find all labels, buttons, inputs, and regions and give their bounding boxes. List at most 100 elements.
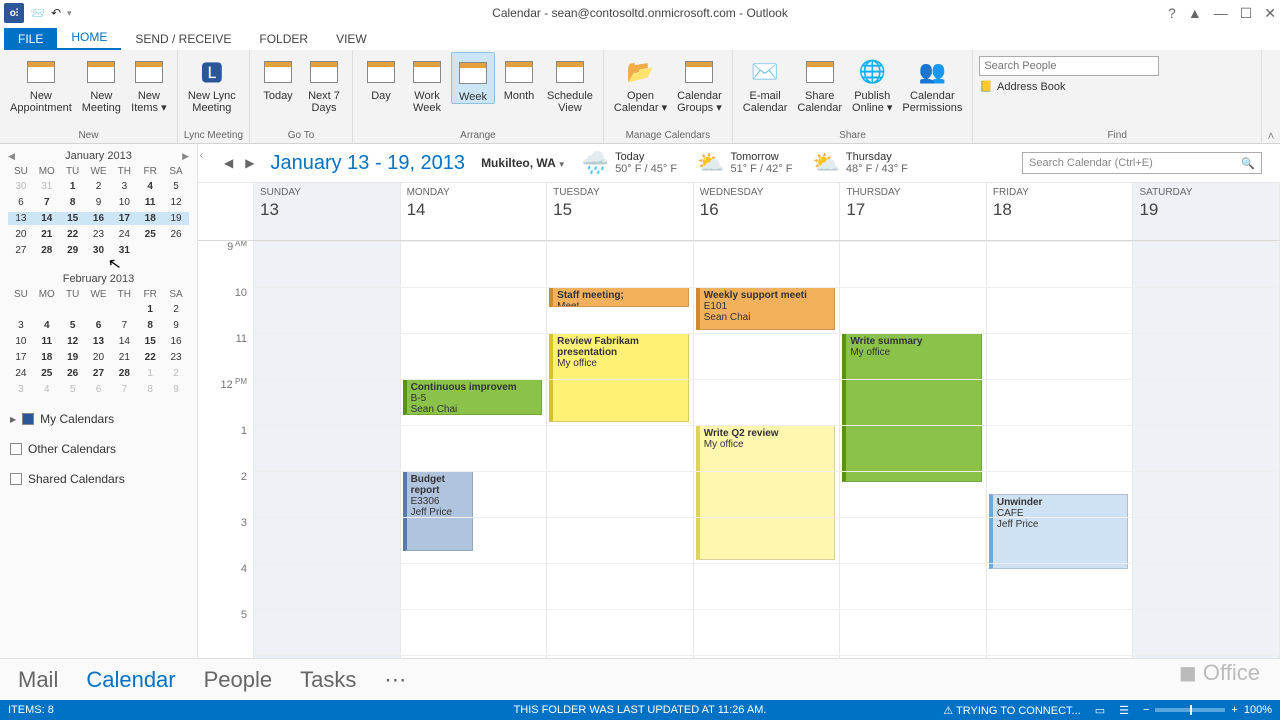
minical-day[interactable]: 5 <box>60 319 86 332</box>
minical-day[interactable]: 10 <box>111 196 137 209</box>
next-month-icon[interactable]: ▶ <box>182 151 189 162</box>
minical-day[interactable]: 21 <box>34 228 60 241</box>
day-header[interactable]: FRIDAY18 <box>987 183 1134 240</box>
open-calendar-button[interactable]: 📂OpenCalendar ▾ <box>610 52 671 114</box>
day-header[interactable]: WEDNESDAY16 <box>694 183 841 240</box>
minical-day[interactable]: 20 <box>86 351 112 364</box>
minical-day[interactable]: 15 <box>60 212 86 225</box>
minical-day[interactable]: 12 <box>60 335 86 348</box>
week-view-button[interactable]: Week <box>451 52 495 104</box>
minical-day[interactable]: 23 <box>86 228 112 241</box>
minical-day[interactable] <box>8 303 34 316</box>
minical-february[interactable]: February 2013 SUMOTUWETHFRSA123456789101… <box>0 267 197 396</box>
minical-day[interactable]: 9 <box>86 196 112 209</box>
minical-day[interactable]: 11 <box>34 335 60 348</box>
minical-day[interactable]: 2 <box>163 367 189 380</box>
calendar-event[interactable]: Weekly support meetiE101Sean Chai <box>696 287 836 330</box>
help-icon[interactable]: ? <box>1168 5 1176 21</box>
calendar-event[interactable]: Write Q2 reviewMy office <box>696 425 836 560</box>
today-button[interactable]: Today <box>256 52 300 102</box>
minical-day[interactable]: 28 <box>111 367 137 380</box>
calendar-event[interactable]: Budget reportE3306Jeff Price <box>403 471 474 551</box>
minical-day[interactable]: 25 <box>137 228 163 241</box>
day-header[interactable]: THURSDAY17 <box>840 183 987 240</box>
minical-day[interactable]: 11 <box>137 196 163 209</box>
minical-day[interactable]: 24 <box>111 228 137 241</box>
minical-day[interactable]: 3 <box>8 383 34 396</box>
nav-mail[interactable]: Mail <box>18 667 58 693</box>
day-column[interactable]: Weekly support meetiE101Sean Chai Write Q… <box>694 241 841 658</box>
nav-tasks[interactable]: Tasks <box>300 667 356 693</box>
tab-file[interactable]: FILE <box>4 28 57 50</box>
minical-day[interactable]: 26 <box>60 367 86 380</box>
calendar-event[interactable]: Staff meeting; Meet <box>549 287 689 307</box>
calendar-event[interactable]: Write summaryMy office <box>842 333 982 482</box>
address-book-button[interactable]: 📒Address Book <box>979 80 1159 93</box>
day-column[interactable]: Write summaryMy office <box>840 241 987 658</box>
minical-day[interactable]: 30 <box>8 180 34 193</box>
calendar-event[interactable]: Review Fabrikam presentationMy office <box>549 333 689 422</box>
minical-day[interactable]: 7 <box>111 383 137 396</box>
calendar-permissions-button[interactable]: 👥CalendarPermissions <box>898 52 966 114</box>
qat-sendreceive-icon[interactable]: 📨 <box>30 6 45 20</box>
minical-day[interactable]: 21 <box>111 351 137 364</box>
minical-day[interactable]: 4 <box>137 180 163 193</box>
minical-day[interactable]: 18 <box>34 351 60 364</box>
day-header[interactable]: SUNDAY13 <box>254 183 401 240</box>
minical-january[interactable]: ◀January 2013▶ SUMOTUWETHFRSA30311234567… <box>0 144 197 257</box>
workweek-view-button[interactable]: WorkWeek <box>405 52 449 114</box>
minical-day[interactable]: 2 <box>86 180 112 193</box>
zoom-slider[interactable] <box>1155 708 1225 712</box>
minical-day[interactable]: 14 <box>111 335 137 348</box>
minical-day[interactable]: 20 <box>8 228 34 241</box>
minical-day[interactable]: 17 <box>8 351 34 364</box>
calendar-groups-button[interactable]: CalendarGroups ▾ <box>673 52 726 114</box>
minical-day[interactable]: 8 <box>137 319 163 332</box>
search-calendar-input[interactable]: Search Calendar (Ctrl+E)🔍 <box>1022 152 1262 174</box>
maximize-icon[interactable]: ☐ <box>1240 5 1253 22</box>
prev-month-icon[interactable]: ◀ <box>8 151 15 162</box>
zoom-out-icon[interactable]: − <box>1143 704 1149 716</box>
minical-day[interactable] <box>163 244 189 257</box>
day-column[interactable] <box>1133 241 1280 658</box>
ribbon-options-icon[interactable]: ▲ <box>1188 5 1202 21</box>
view-normal-icon[interactable]: ▭ <box>1095 704 1105 717</box>
collapse-ribbon-icon[interactable]: ˄ <box>1262 50 1280 143</box>
close-icon[interactable]: ✕ <box>1264 5 1276 22</box>
tab-folder[interactable]: FOLDER <box>245 28 322 50</box>
tab-view[interactable]: VIEW <box>322 28 381 50</box>
minical-day[interactable]: 6 <box>86 383 112 396</box>
minical-day[interactable]: 9 <box>163 383 189 396</box>
day-column[interactable]: Continuous improvemB-5Sean ChaiBudget re… <box>401 241 548 658</box>
minical-day[interactable]: 1 <box>137 367 163 380</box>
minical-day[interactable]: 22 <box>60 228 86 241</box>
day-view-button[interactable]: Day <box>359 52 403 102</box>
other-calendars-toggle[interactable]: Other Calendars <box>10 442 187 456</box>
minical-day[interactable]: 2 <box>163 303 189 316</box>
minical-day[interactable]: 1 <box>60 180 86 193</box>
nav-more[interactable]: ⋯ <box>384 667 406 693</box>
minical-day[interactable]: 4 <box>34 319 60 332</box>
day-column[interactable] <box>254 241 401 658</box>
nav-calendar[interactable]: Calendar <box>86 667 175 693</box>
minical-day[interactable]: 8 <box>60 196 86 209</box>
minical-day[interactable]: 17 <box>111 212 137 225</box>
email-calendar-button[interactable]: ✉️E-mailCalendar <box>739 52 792 114</box>
search-people-input[interactable] <box>979 56 1159 76</box>
minical-day[interactable] <box>60 303 86 316</box>
shared-calendars-toggle[interactable]: Shared Calendars <box>10 472 187 486</box>
new-items-button[interactable]: NewItems ▾ <box>127 52 171 114</box>
day-header[interactable]: MONDAY14 <box>401 183 548 240</box>
weather-location[interactable]: Mukilteo, WA▼ <box>481 156 566 170</box>
minical-day[interactable]: 19 <box>60 351 86 364</box>
minical-day[interactable]: 31 <box>34 180 60 193</box>
qat-undo-icon[interactable]: ↶ <box>51 6 61 20</box>
minical-day[interactable]: 9 <box>163 319 189 332</box>
prev-week-icon[interactable]: ◀ <box>224 156 233 170</box>
minical-day[interactable]: 30 <box>86 244 112 257</box>
qat-customize-icon[interactable]: ▾ <box>67 8 72 19</box>
minical-day[interactable]: 29 <box>60 244 86 257</box>
collapse-sidebar-icon[interactable]: ‹ <box>200 150 203 161</box>
checkbox-icon[interactable] <box>22 413 34 425</box>
day-header[interactable]: TUESDAY15 <box>547 183 694 240</box>
